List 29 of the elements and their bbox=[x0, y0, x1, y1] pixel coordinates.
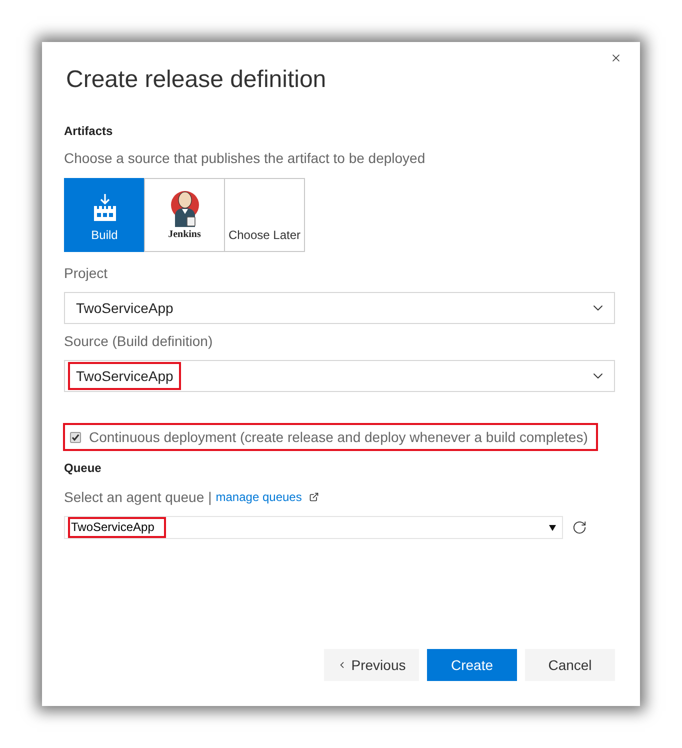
refresh-icon[interactable] bbox=[572, 520, 587, 535]
section-heading: Queue bbox=[64, 460, 102, 476]
external-link-icon bbox=[308, 492, 319, 502]
dialog-title: Create release definition bbox=[65, 65, 328, 95]
close-icon bbox=[610, 52, 622, 64]
source-tile[interactable]: Build bbox=[64, 178, 145, 252]
close-button[interactable] bbox=[610, 52, 622, 64]
source-tile[interactable]: Jenkins bbox=[144, 178, 225, 252]
field-label: Source (Build definition) bbox=[64, 332, 214, 351]
previous-button[interactable]: Previous bbox=[324, 649, 419, 681]
continuous-deployment-option[interactable]: Continuous deployment (create release and deploy whenever a build completes) bbox=[63, 423, 598, 451]
dropdown-value: TwoServiceApp bbox=[68, 362, 182, 390]
project-dropdown[interactable]: TwoServiceApp bbox=[64, 292, 615, 324]
section-hint: Choose a source that publishes the artifact to be deployed bbox=[64, 149, 426, 168]
queue-select[interactable]: TwoServiceApp bbox=[64, 516, 563, 539]
section-heading: Artifacts bbox=[64, 123, 114, 139]
field-label: Project bbox=[64, 264, 109, 283]
queue-hint: Select an agent queue bbox=[64, 488, 204, 507]
separator-text: | bbox=[208, 488, 212, 507]
secondary-button[interactable]: Cancel bbox=[525, 649, 615, 681]
source-tile[interactable]: Choose Later bbox=[224, 178, 305, 252]
dropdown-value: TwoServiceApp bbox=[75, 299, 174, 318]
build-icon bbox=[94, 194, 116, 220]
source-dropdown[interactable]: TwoServiceApp bbox=[64, 360, 615, 392]
checkbox-icon[interactable] bbox=[70, 432, 81, 442]
select-value: TwoServiceApp bbox=[68, 517, 166, 538]
manage-queues-link[interactable]: manage queues bbox=[216, 487, 302, 507]
caret-icon bbox=[549, 524, 556, 530]
primary-button[interactable]: Create bbox=[427, 649, 517, 681]
